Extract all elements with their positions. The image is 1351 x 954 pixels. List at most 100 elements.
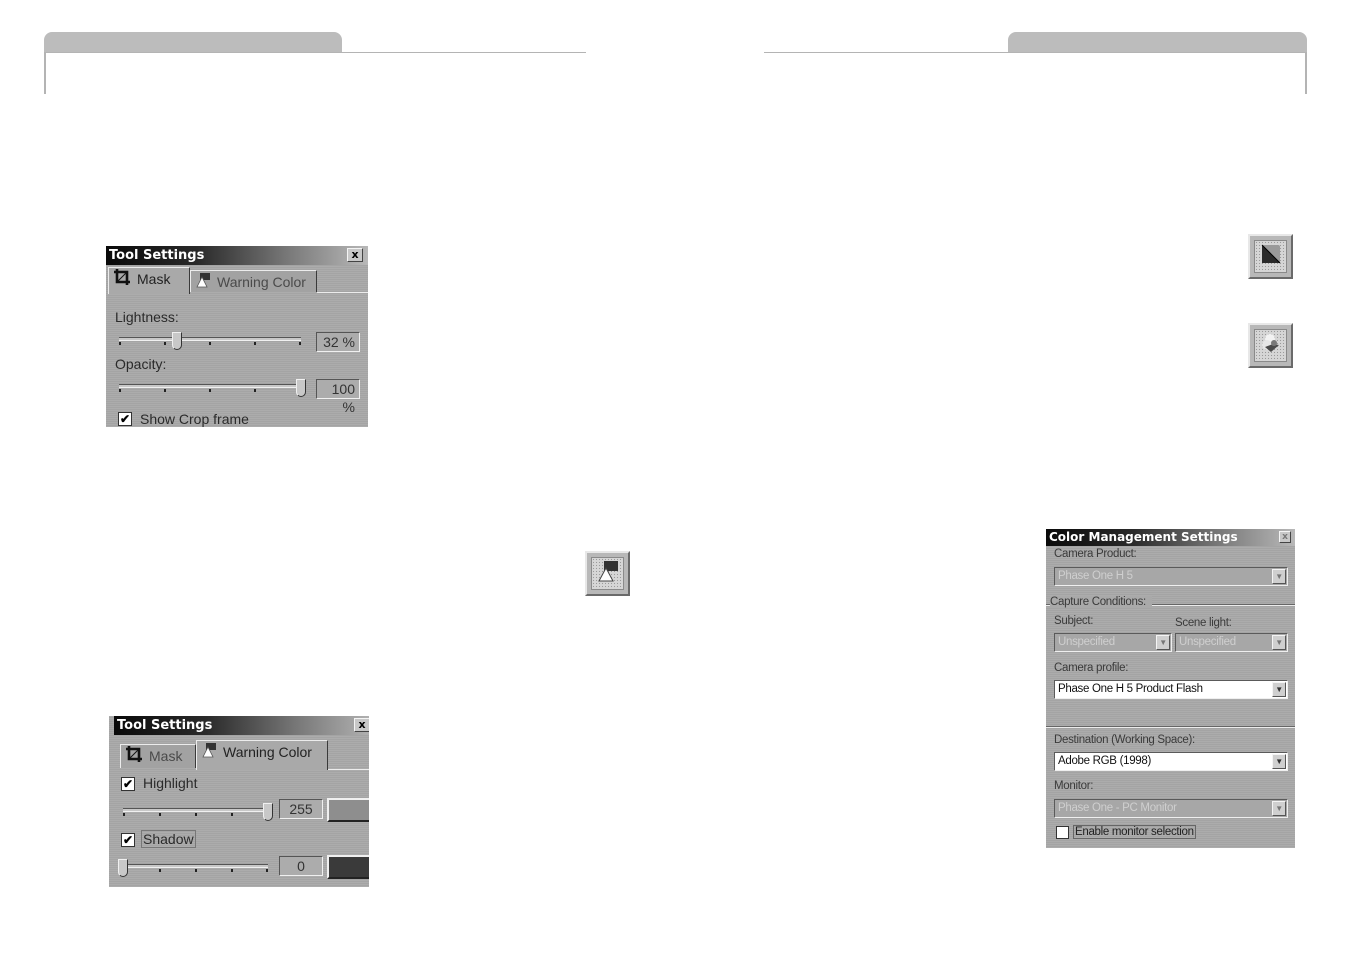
slider-tick: [195, 869, 197, 872]
camera-product-select[interactable]: Phase One H 5 ▼: [1054, 567, 1288, 586]
subject-select[interactable]: Unspecified ▼: [1054, 633, 1172, 652]
page-header-line-left: [44, 52, 586, 53]
slider-track[interactable]: [119, 337, 301, 341]
slider-thumb[interactable]: [263, 803, 273, 821]
select-value: Adobe RGB (1998): [1058, 755, 1152, 767]
half-square-icon: [1259, 242, 1283, 271]
destination-select[interactable]: Adobe RGB (1998) ▼: [1054, 752, 1288, 771]
highlight-checkbox[interactable]: ✔: [121, 777, 135, 791]
enable-monitor-selection-checkbox[interactable]: [1056, 826, 1069, 839]
shadow-label[interactable]: Shadow: [141, 830, 196, 848]
show-crop-frame-label[interactable]: Show Crop frame: [140, 411, 249, 427]
slider-tick: [195, 813, 197, 816]
color-flower-icon: [1259, 331, 1283, 360]
close-icon: x: [358, 718, 366, 731]
slider-tick: [164, 389, 166, 392]
shadow-value[interactable]: 0: [279, 856, 323, 876]
page-header-line-right: [764, 52, 1307, 53]
dropdown-arrow-icon[interactable]: ▼: [1272, 635, 1286, 650]
opacity-value[interactable]: 100 %: [316, 379, 360, 415]
tab-baseline: [328, 769, 369, 770]
dropdown-arrow-icon[interactable]: ▼: [1272, 801, 1286, 816]
destination-divider: [1046, 726, 1295, 728]
slider-tick: [164, 342, 166, 345]
scene-light-select[interactable]: Unspecified ▼: [1175, 633, 1288, 652]
tool-settings-mask-panel: Tool Settings x Mask Warning Color Light…: [106, 246, 368, 427]
camera-profile-label: Camera profile:: [1054, 662, 1129, 674]
select-value: Unspecified: [1058, 636, 1115, 648]
slider-tick: [119, 389, 121, 392]
panel-title: Tool Settings: [109, 248, 205, 263]
highlight-label[interactable]: Highlight: [143, 775, 197, 791]
panel-title: Tool Settings: [117, 718, 213, 733]
slider-tick: [159, 813, 161, 816]
slider-tick: [254, 389, 256, 392]
color-management-panel: Color Management Settings x Camera Produ…: [1046, 529, 1295, 848]
slider-tick: [266, 869, 268, 872]
page-header-tab-left: [44, 32, 342, 53]
select-value: Phase One H 5 Product Flash: [1058, 683, 1203, 695]
tab-warning-color[interactable]: Warning Color: [190, 270, 317, 292]
title-bar: Color Management Settings x: [1046, 529, 1295, 546]
shadow-checkbox[interactable]: ✔: [121, 833, 135, 847]
capture-conditions-label: Capture Conditions:: [1050, 596, 1152, 608]
show-crop-frame-checkbox[interactable]: ✔: [118, 412, 132, 426]
slider-tick: [159, 869, 161, 872]
destination-label: Destination (Working Space):: [1054, 734, 1195, 746]
dropdown-arrow-icon[interactable]: ▼: [1272, 569, 1286, 584]
color-management-tool-button[interactable]: [1248, 323, 1293, 368]
title-bar: Tool Settings x: [114, 716, 369, 735]
slider-tick: [209, 342, 211, 345]
monitor-label: Monitor:: [1054, 780, 1094, 792]
tab-label: Mask: [137, 271, 171, 287]
title-bar: Tool Settings x: [106, 246, 368, 265]
highlight-color-swatch[interactable]: [327, 798, 369, 822]
slider-tick: [254, 342, 256, 345]
tab-baseline: [317, 292, 368, 293]
shadow-color-swatch[interactable]: [327, 855, 369, 879]
enable-monitor-selection-label[interactable]: Enable monitor selection: [1073, 825, 1196, 839]
scene-light-label: Scene light:: [1175, 617, 1232, 629]
close-button[interactable]: x: [1279, 531, 1291, 543]
dropdown-arrow-icon[interactable]: ▼: [1156, 635, 1170, 650]
dropdown-arrow-icon[interactable]: ▼: [1272, 682, 1286, 697]
dropdown-arrow-icon[interactable]: ▼: [1272, 754, 1286, 769]
slider-track[interactable]: [119, 384, 301, 388]
warning-color-icon: [195, 272, 211, 294]
close-button[interactable]: x: [354, 718, 369, 732]
exposure-tool-button[interactable]: [1248, 234, 1293, 279]
close-button[interactable]: x: [347, 248, 363, 262]
tab-mask[interactable]: Mask: [120, 744, 196, 768]
monitor-select[interactable]: Phase One - PC Monitor ▼: [1054, 799, 1288, 818]
crop-icon: [113, 268, 131, 292]
check-icon: ✔: [122, 833, 134, 847]
tab-label: Warning Color: [217, 274, 306, 290]
tab-label: Mask: [149, 748, 183, 764]
lightness-value[interactable]: 32 %: [316, 332, 360, 352]
select-value: Phase One H 5: [1058, 570, 1133, 582]
warning-color-icon: [596, 559, 620, 588]
slider-track[interactable]: [123, 808, 268, 812]
tab-mask[interactable]: Mask: [108, 267, 190, 294]
highlight-value[interactable]: 255: [279, 799, 323, 819]
close-icon: x: [1282, 532, 1288, 542]
tab-warning-color[interactable]: Warning Color: [196, 740, 328, 770]
slider-tick: [231, 869, 233, 872]
close-icon: x: [351, 248, 359, 261]
slider-thumb[interactable]: [172, 332, 183, 350]
slider-thumb[interactable]: [118, 859, 128, 877]
slider-tick: [123, 813, 125, 816]
select-value: Unspecified: [1179, 636, 1236, 648]
slider-track[interactable]: [123, 864, 268, 868]
subject-label: Subject:: [1054, 615, 1094, 627]
tab-label: Warning Color: [223, 744, 312, 760]
lightness-label: Lightness:: [115, 309, 179, 325]
camera-product-label: Camera Product:: [1054, 548, 1137, 560]
check-icon: ✔: [119, 412, 131, 426]
slider-tick: [299, 342, 301, 345]
page-header-tab-right: [1008, 32, 1307, 53]
camera-profile-select[interactable]: Phase One H 5 Product Flash ▼: [1054, 680, 1288, 699]
warning-color-tool-button[interactable]: [585, 551, 630, 596]
page-header-vline-right: [1305, 52, 1307, 94]
slider-thumb[interactable]: [296, 379, 306, 397]
